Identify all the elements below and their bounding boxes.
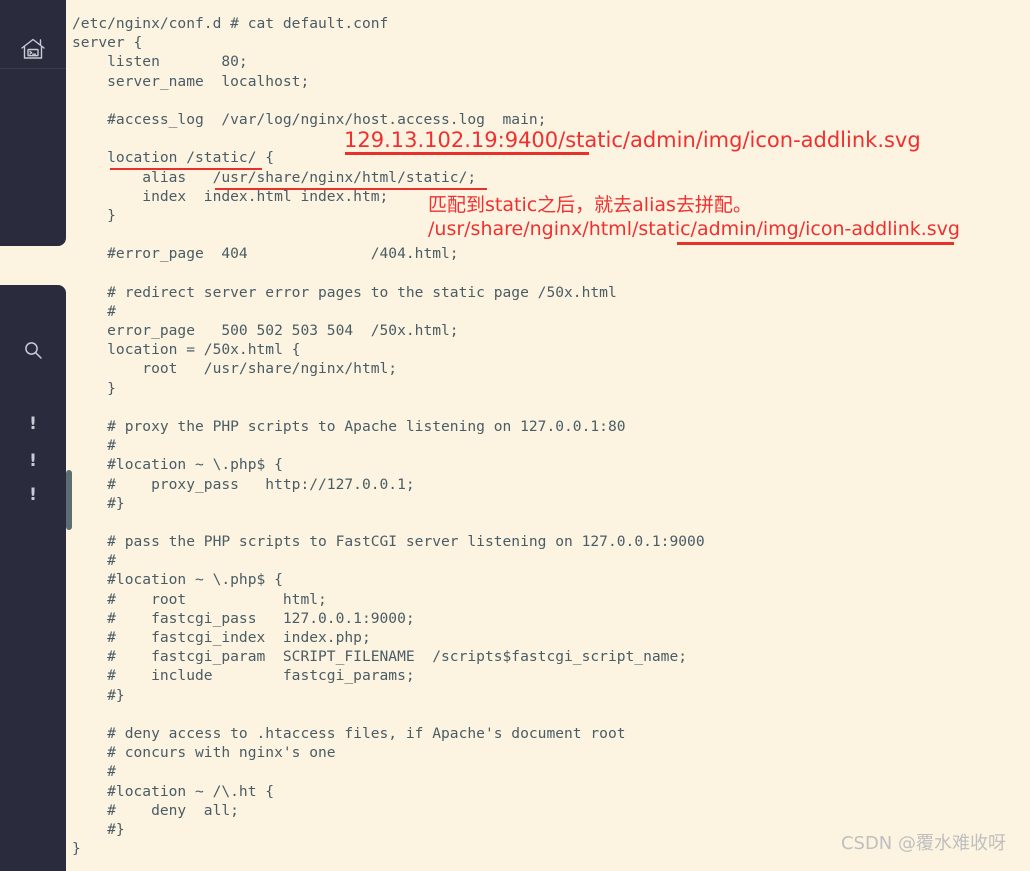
search-icon[interactable] (0, 337, 66, 363)
code-line: #location ~ \.php$ { (72, 456, 283, 474)
code-line: # pass the PHP scripts to FastCGI server… (72, 533, 705, 551)
code-line: listen 80; (72, 53, 248, 71)
csdn-watermark: CSDN @覆水难收呀 (840, 833, 1006, 854)
code-line: #access_log /var/log/nginx/host.access.l… (72, 110, 547, 128)
code-line: /etc/nginx/conf.d # cat default.conf (72, 15, 389, 32)
code-line: #} (72, 494, 125, 512)
sidebar-divider (0, 68, 66, 69)
sidebar-bottom-panel (0, 285, 66, 871)
underline-request-url-prefix (345, 152, 589, 155)
underline-resolved-path-suffix (677, 242, 954, 245)
code-line: # concurs with nginx's one (72, 744, 336, 762)
code-line: # fastcgi_pass 127.0.0.1:9000; (72, 609, 415, 627)
exclamation-glyph: ! (29, 413, 37, 434)
code-line: server_name localhost; (72, 72, 310, 90)
annotation-request-url: 129.13.102.19:9400/static/admin/img/icon… (344, 128, 921, 152)
exclamation-icon-2[interactable]: ! (0, 450, 66, 472)
exclamation-glyph: ! (29, 484, 37, 505)
annotation-chinese-note: 匹配到static之后，就去alias去拼配。 (428, 194, 752, 216)
code-line: #location ~ \.php$ { (72, 571, 283, 589)
code-line: # deny access to .htaccess files, if Apa… (72, 724, 626, 742)
code-line: # proxy the PHP scripts to Apache listen… (72, 417, 626, 435)
exclamation-icon-3[interactable]: ! (0, 484, 66, 506)
code-line: # fastcgi_param SCRIPT_FILENAME /scripts… (72, 648, 688, 666)
code-line: # (72, 302, 116, 320)
code-line: } (72, 379, 116, 397)
code-line: # (72, 763, 116, 781)
annotation-resolved-path: /usr/share/nginx/html/static/admin/img/i… (428, 218, 960, 240)
code-line: location = /50x.html { (72, 341, 301, 359)
code-line: #error_page 404 /404.html; (72, 245, 459, 263)
code-line: # deny all; (72, 801, 239, 819)
code-line: server { (72, 34, 143, 52)
home-terminal-icon[interactable] (0, 32, 66, 66)
code-line: root /usr/share/nginx/html; (72, 360, 398, 378)
code-line: # redirect server error pages to the sta… (72, 283, 617, 301)
code-line: # proxy_pass http://127.0.0.1; (72, 475, 415, 493)
code-line: error_page 500 502 503 504 /50x.html; (72, 322, 459, 339)
underline-location-static (110, 168, 262, 170)
exclamation-icon-1[interactable]: ! (0, 413, 66, 435)
code-line: # (72, 437, 116, 455)
exclamation-glyph: ! (29, 450, 37, 471)
code-line: alias /usr/share/nginx/html/static/; (72, 168, 477, 186)
code-line: # fastcgi_index index.php; (72, 629, 371, 646)
code-line: # (72, 552, 116, 570)
code-line: #location ~ /\.ht { (72, 782, 275, 800)
code-line: # include fastcgi_params; (72, 667, 415, 685)
code-line: #} (72, 686, 125, 704)
code-line: # root html; (72, 590, 327, 608)
terminal-window: ! ! ! /etc/nginx/conf.d # cat default.co… (0, 0, 1030, 871)
